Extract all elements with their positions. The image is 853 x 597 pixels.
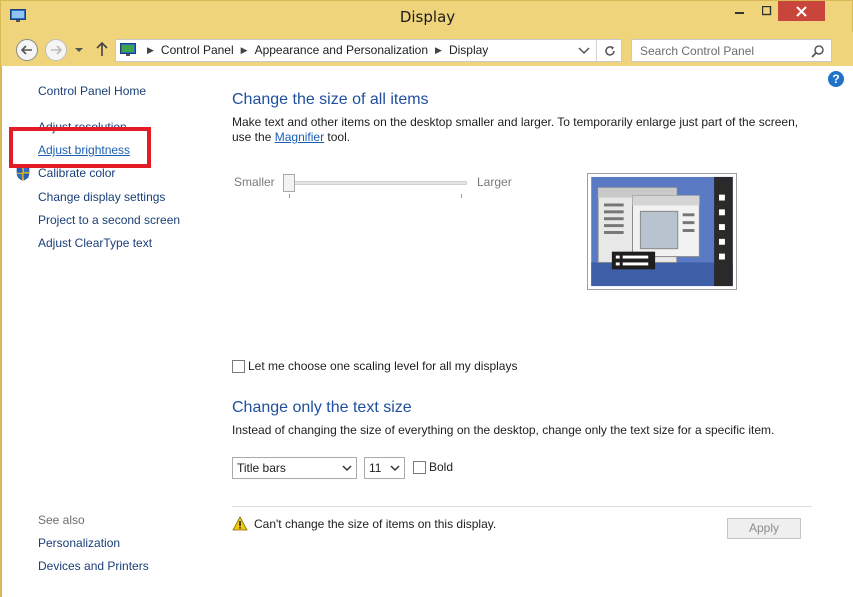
font-size-select[interactable]: 11	[364, 457, 405, 479]
forward-arrow-icon	[51, 45, 62, 55]
size-slider-thumb[interactable]	[283, 174, 295, 192]
scaling-checkbox-label[interactable]: Let me choose one scaling level for all …	[248, 359, 517, 373]
size-description: Make text and other items on the desktop…	[232, 115, 812, 145]
slider-smaller-label: Smaller	[234, 175, 275, 189]
highlight-annotation-box	[9, 127, 151, 168]
back-button[interactable]	[16, 39, 38, 61]
refresh-icon	[604, 45, 615, 56]
sidebar-item-personalization[interactable]: Personalization	[38, 536, 120, 550]
search-icon[interactable]	[811, 44, 825, 58]
search-input[interactable]: Search Control Panel	[631, 39, 832, 62]
sidebar-item-control-panel-home[interactable]: Control Panel Home	[38, 84, 146, 98]
help-icon[interactable]: ?	[828, 71, 844, 87]
item-select[interactable]: Title bars	[232, 457, 357, 479]
apply-button[interactable]: Apply	[727, 518, 801, 539]
slider-tick	[461, 194, 462, 198]
display-window: Display ▶ Control Panel ▶ Appearance and…	[0, 0, 853, 597]
breadcrumb-appearance[interactable]: Appearance and Personalization	[255, 43, 428, 57]
size-heading: Change the size of all items	[232, 91, 429, 108]
breadcrumb-control-panel[interactable]: Control Panel	[161, 43, 234, 57]
slider-tick	[289, 194, 290, 198]
sidebar-item-project-second-screen[interactable]: Project to a second screen	[38, 213, 180, 227]
breadcrumb: ▶ Control Panel ▶ Appearance and Persona…	[140, 43, 488, 57]
breadcrumb-separator-icon[interactable]: ▶	[241, 45, 248, 56]
sidebar-item-calibrate-color[interactable]: Calibrate color	[38, 166, 115, 180]
content-area: ? Control Panel Home Adjust resolution A…	[1, 66, 853, 597]
text-size-heading: Change only the text size	[232, 399, 412, 416]
search-placeholder: Search Control Panel	[640, 44, 755, 58]
maximize-button[interactable]	[753, 1, 780, 21]
text-size-description: Instead of changing the size of everythi…	[232, 423, 775, 437]
breadcrumb-display[interactable]: Display	[449, 43, 488, 57]
breadcrumb-separator-icon[interactable]: ▶	[435, 45, 442, 56]
sidebar-item-change-display-settings[interactable]: Change display settings	[38, 190, 165, 204]
refresh-button[interactable]	[596, 40, 622, 61]
forward-button[interactable]	[45, 39, 67, 61]
shield-icon	[16, 166, 30, 181]
breadcrumb-separator-icon[interactable]: ▶	[147, 45, 154, 56]
recent-locations-dropdown-icon[interactable]	[74, 45, 84, 55]
address-bar[interactable]: ▶ Control Panel ▶ Appearance and Persona…	[115, 39, 622, 62]
up-arrow-icon[interactable]	[95, 41, 109, 57]
title-bar: Display	[1, 1, 853, 32]
warning-icon	[232, 516, 248, 531]
control-panel-icon	[120, 43, 136, 56]
bold-checkbox-label[interactable]: Bold	[429, 460, 453, 474]
minimize-button[interactable]	[726, 1, 753, 21]
font-size-select-value: 11	[369, 461, 382, 475]
display-preview-image	[587, 173, 737, 290]
see-also-label: See also	[38, 513, 85, 527]
close-button[interactable]	[778, 1, 825, 21]
scaling-checkbox[interactable]	[232, 360, 245, 373]
warning-message: Can't change the size of items on this d…	[254, 517, 497, 531]
sidebar-item-adjust-cleartype[interactable]: Adjust ClearType text	[38, 236, 152, 250]
chevron-down-icon[interactable]	[578, 45, 590, 55]
chevron-down-icon	[342, 465, 352, 472]
size-description-end: tool.	[327, 130, 351, 144]
slider-larger-label: Larger	[477, 175, 512, 189]
close-icon	[796, 5, 807, 17]
chevron-down-icon	[390, 465, 400, 472]
navigation-bar: ▶ Control Panel ▶ Appearance and Persona…	[1, 32, 853, 66]
size-slider-track[interactable]	[285, 181, 467, 185]
sidebar-item-devices-printers[interactable]: Devices and Printers	[38, 559, 149, 573]
bold-checkbox[interactable]	[413, 461, 426, 474]
back-arrow-icon	[21, 45, 32, 55]
item-select-value: Title bars	[237, 461, 286, 475]
magnifier-link[interactable]: Magnifier	[275, 130, 324, 144]
minimize-icon	[734, 12, 744, 14]
divider	[232, 506, 812, 507]
maximize-icon	[761, 6, 771, 16]
